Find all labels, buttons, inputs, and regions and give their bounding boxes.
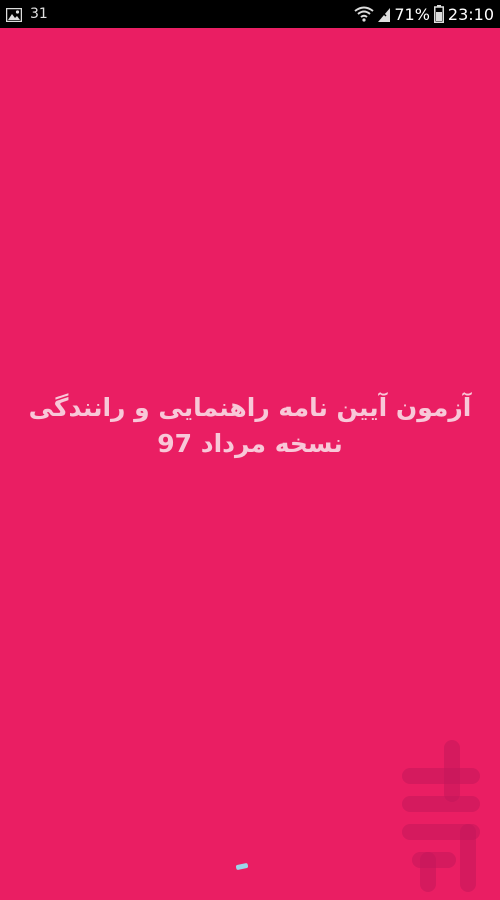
- battery-percent: 71%: [394, 4, 430, 24]
- app-title: آزمون آیین نامه راهنمایی و رانندگی نسخه …: [0, 390, 500, 462]
- cafe-bazaar-logo: [392, 734, 488, 892]
- wifi-icon: [354, 6, 374, 22]
- gallery-icon: [5, 7, 23, 23]
- app-title-line-2: نسخه مرداد 97: [157, 429, 343, 458]
- notification-count: 31: [30, 6, 48, 22]
- app-screen: 31 71% 23:10 آزمون آیین نامه راهنمایی و …: [0, 0, 500, 900]
- signal-icon: [378, 7, 391, 22]
- app-title-line-1: آزمون آیین نامه راهنمایی و رانندگی: [28, 393, 472, 422]
- battery-icon: [433, 5, 444, 23]
- status-bar: 31 71% 23:10: [0, 0, 500, 28]
- status-time: 23:10: [447, 4, 494, 24]
